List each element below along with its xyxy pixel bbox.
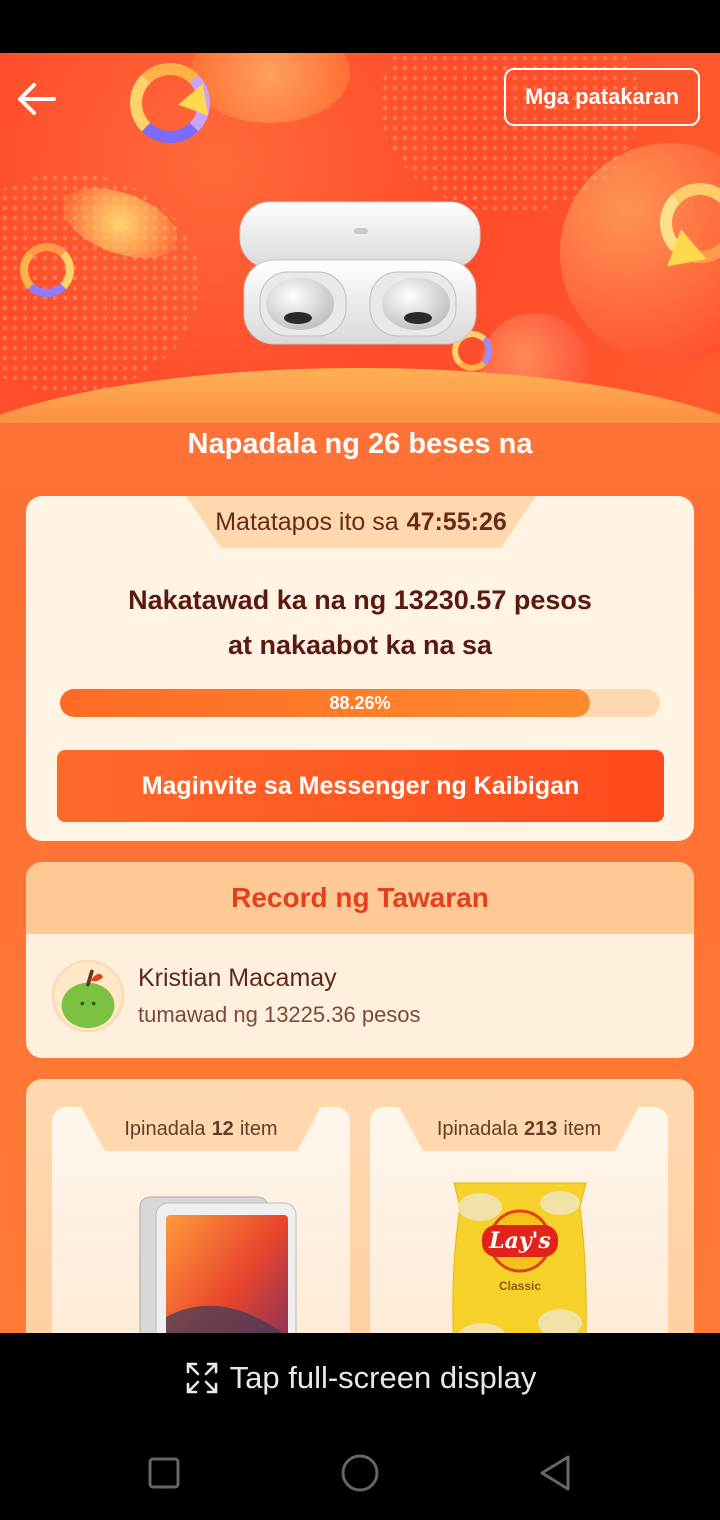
fullscreen-label: Tap full-screen display [229, 1360, 537, 1395]
expand-icon [186, 1362, 217, 1394]
earbuds-image [236, 198, 484, 348]
system-nav-bar [0, 1423, 720, 1520]
items-section: Ipinadala 12 item Ipinadala 213 item Lay… [26, 1079, 694, 1333]
sent-count-tab: Ipinadala 213 item [399, 1107, 639, 1151]
record-amount: tumawad ng 13225.36 pesos [138, 1002, 421, 1027]
recent-apps-icon[interactable] [142, 1451, 186, 1495]
bargain-summary: Nakatawad ka na ng 13230.57 pesos at nak… [26, 578, 694, 668]
bargain-amount-line: Nakatawad ka na ng 13230.57 pesos [128, 585, 592, 615]
progress-percent-label: 88.26% [329, 693, 391, 713]
bargain-page: Mga patakaran Napadala ng 26 beses na Ma… [0, 53, 720, 1333]
chips-image: Lay's Classic [370, 1167, 668, 1333]
sent-prefix: Ipinadala [436, 1117, 518, 1140]
avatar [52, 960, 124, 1032]
countdown-timer: Matatapos ito sa 47:55:26 [186, 496, 536, 548]
bargain-reached-line: at nakaabot ka na sa [227, 630, 493, 660]
sent-suffix: item [563, 1117, 602, 1140]
sent-prefix: Ipinadala [124, 1117, 206, 1140]
sent-count-tab: Ipinadala 12 item [81, 1107, 321, 1151]
hero-banner: Mga patakaran [0, 53, 720, 423]
record-item: Kristian Macamay tumawad ng 13225.36 pes… [52, 960, 672, 1036]
sent-count-text: Napadala ng 26 beses na [187, 428, 533, 460]
record-user-name: Kristian Macamay [138, 964, 337, 992]
fullscreen-prompt[interactable]: Tap full-screen display [0, 1333, 720, 1423]
record-title: Record ng Tawaran [26, 862, 694, 934]
bargain-card: Matatapos ito sa 47:55:26 Nakatawad ka n… [26, 496, 694, 841]
back-triangle-icon[interactable] [534, 1451, 578, 1495]
product-card[interactable]: Ipinadala 12 item [52, 1107, 350, 1333]
bargain-progress-bar: 88.26% [60, 689, 660, 717]
sent-suffix: item [239, 1117, 278, 1140]
chips-brand-text: Lay's [488, 1228, 551, 1254]
timer-value: 47:55:26 [406, 507, 507, 536]
sent-count: 213 [524, 1117, 558, 1140]
timer-prefix: Matatapos ito sa [215, 507, 399, 536]
triangle-decoration [661, 225, 707, 267]
product-card[interactable]: Ipinadala 213 item Lay's Classic [370, 1107, 668, 1333]
invite-messenger-button[interactable]: Maginvite sa Messenger ng Kaibigan [57, 750, 664, 822]
tablet-image [52, 1167, 350, 1333]
bargain-record-card: Record ng Tawaran Kristian Macamay tumaw… [26, 862, 694, 1058]
rules-button[interactable]: Mga patakaran [504, 68, 700, 126]
back-arrow-icon[interactable] [14, 79, 58, 119]
chips-flavor-text: Classic [499, 1279, 541, 1293]
sent-count: 12 [211, 1117, 234, 1140]
status-bar [0, 0, 720, 53]
home-icon[interactable] [338, 1451, 382, 1495]
ring-decoration [20, 243, 74, 297]
